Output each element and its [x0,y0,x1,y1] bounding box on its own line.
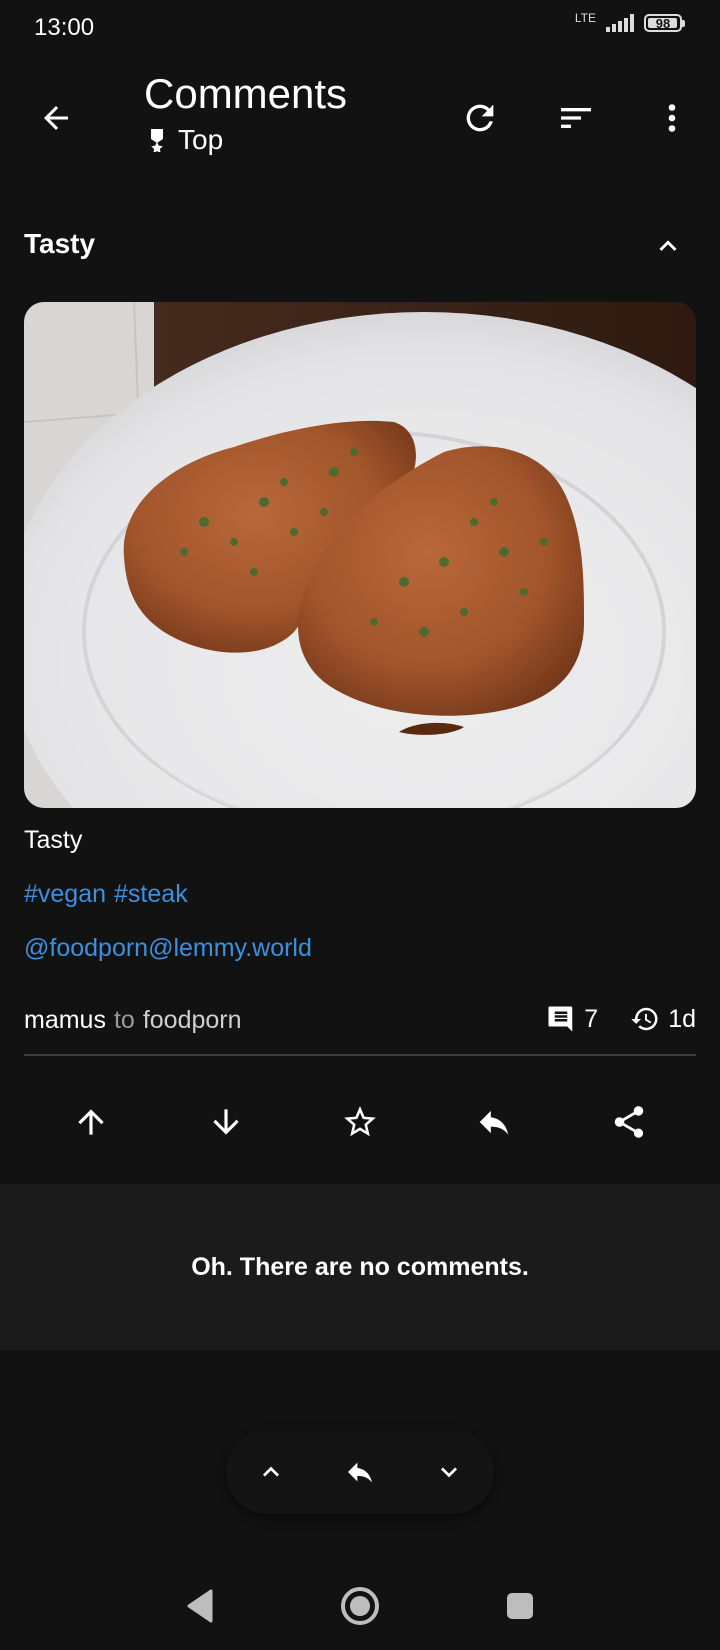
comment-icon [548,1006,573,1032]
triangle-back-icon [187,1589,213,1623]
post-age: 1d [630,1004,696,1034]
refresh-button[interactable] [452,90,508,146]
downvote-button[interactable] [186,1082,266,1162]
reply-icon [347,1462,372,1483]
page-title: Comments [144,70,348,117]
previous-comment-button[interactable] [239,1440,303,1504]
medal-icon [151,129,163,152]
history-icon [631,1007,658,1031]
star-icon [344,1106,376,1137]
arrow-up-icon [78,1109,104,1135]
to-label: to [113,1006,135,1034]
comment-count-value: 7 [584,1004,599,1033]
signal-icon [606,14,634,32]
author-name[interactable]: mamus [24,1006,106,1034]
post-age-value: 1d [668,1004,696,1033]
post-tags: #vegan #steak [24,880,196,909]
nav-home-button[interactable] [330,1576,390,1636]
more-options-button[interactable] [644,90,700,146]
reply-icon [480,1110,509,1135]
status-icons: LTE 98 [574,11,685,32]
reply-button[interactable] [454,1082,534,1162]
post-header: Tasty [24,222,696,270]
sort-button[interactable] [548,90,604,146]
status-bar: 13:00 LTE 98 [0,0,720,56]
community-mention-link[interactable]: @foodporn@lemmy.world [24,934,312,963]
chevron-up-icon [262,1466,279,1477]
add-comment-button[interactable] [328,1440,392,1504]
battery-icon: 98 [644,14,685,32]
sort-label: Top [178,124,224,155]
battery-level: 98 [655,15,671,31]
sort-icon [561,108,591,128]
share-icon [614,1106,643,1138]
community-name[interactable]: foodporn [143,1006,242,1034]
tag-link[interactable]: #steak [114,880,188,908]
chevron-up-icon [659,240,677,251]
system-nav-bar [0,1562,720,1650]
refresh-icon [466,104,494,132]
network-type-label: LTE [574,11,596,25]
status-time: 13:00 [34,14,95,41]
post-body-text: Tasty [24,826,83,854]
share-button[interactable] [589,1082,669,1162]
app-bar: Comments Top [0,56,720,176]
comment-navigation-bar [226,1430,494,1514]
post-image[interactable] [24,302,696,808]
post-title: Tasty [24,228,96,259]
comment-count: 7 [546,1004,598,1034]
next-comment-button[interactable] [417,1440,481,1504]
nav-recents-button[interactable] [490,1576,550,1636]
save-button[interactable] [320,1082,400,1162]
nav-back-button[interactable] [170,1576,230,1636]
collapse-post-button[interactable] [640,218,696,274]
chevron-down-icon [441,1467,458,1478]
food-photo [24,302,696,808]
square-recents-icon [507,1593,533,1619]
empty-comments-message: Oh. There are no comments. [191,1252,529,1281]
post-meta: mamus to foodporn 7 1d [24,1000,696,1044]
divider [24,1054,696,1056]
home-circle-icon [341,1587,379,1625]
tag-link[interactable]: #vegan [24,880,106,908]
arrow-back-icon [44,106,68,130]
sort-indicator: Top [148,124,223,156]
empty-comments-panel: Oh. There are no comments. [0,1184,720,1350]
arrow-down-icon [212,1109,239,1135]
post-actions [24,1082,696,1162]
back-button[interactable] [28,90,84,146]
more-vert-icon [668,104,676,132]
upvote-button[interactable] [51,1082,131,1162]
